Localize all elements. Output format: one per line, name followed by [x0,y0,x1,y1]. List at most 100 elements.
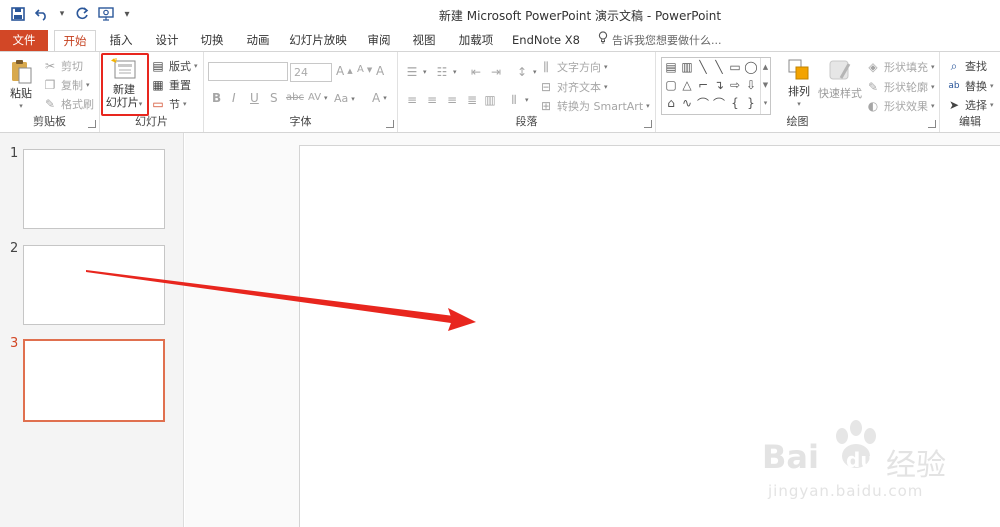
tab-home[interactable]: 开始 [54,30,96,52]
format-painter-button[interactable]: ✎ 格式刷 [42,96,94,112]
char-spacing-button[interactable]: AV ▾ [308,92,328,103]
underline-button[interactable]: U [250,91,259,105]
left-brace-shape-icon[interactable]: { [727,95,743,111]
text-direction-button[interactable]: ⫼ 文字方向 ▾ [538,59,607,75]
paste-dropdown-icon[interactable]: ▾ [6,100,36,113]
reset-button[interactable]: ▦ 重置 [150,77,191,93]
elbow-arrow-shape-icon[interactable]: ↴ [711,77,727,93]
tab-insert[interactable]: 插入 [102,30,140,51]
shape-fill-button[interactable]: ◈ 形状填充 ▾ [865,59,934,75]
replace-label: 替换 [965,80,987,93]
bold-button[interactable]: B [212,91,221,105]
find-label: 查找 [965,60,987,73]
clear-format-button[interactable]: A [376,64,384,78]
slide-thumbnail-1[interactable] [23,149,165,229]
drawing-launcher-icon[interactable] [928,120,936,128]
slide-thumbnail-2[interactable] [23,245,165,325]
layout-dropdown-icon[interactable]: ▾ [194,62,198,70]
tab-design[interactable]: 设计 [148,30,186,51]
align-left-button[interactable]: ≡ [404,92,420,108]
textbox-shape-icon[interactable]: ▤ [663,59,679,75]
align-right-button[interactable]: ≡ [444,92,460,108]
copy-dropdown-icon[interactable]: ▾ [86,81,90,89]
section-button[interactable]: ▭ 节 ▾ [150,96,187,112]
tab-transitions[interactable]: 切换 [193,30,231,51]
scissors-icon: ✂ [44,59,56,73]
italic-button[interactable]: I [232,91,236,105]
tell-me-box[interactable]: 告诉我您想要做什么... [598,30,722,51]
clipboard-launcher-icon[interactable] [88,120,96,128]
bullets-icon: ☰ [406,65,418,79]
copy-button[interactable]: ❐ 复制 ▾ [42,77,90,93]
strikethrough-icon: abc [286,92,304,103]
copy-label: 复制 [61,79,83,92]
shrink-font-button[interactable]: A ▼ [357,64,372,75]
columns-button[interactable]: ⫴ ▾ [506,92,528,108]
font-launcher-icon[interactable] [386,120,394,128]
cut-button[interactable]: ✂ 剪切 [42,58,83,74]
bullets-button[interactable]: ☰ ▾ [404,64,427,80]
arc-shape-icon[interactable]: ⌒ [695,95,711,111]
down-arrow-shape-icon[interactable]: ⇩ [743,77,759,93]
increase-indent-button[interactable]: ⇥ [488,64,504,80]
paragraph-launcher-icon[interactable] [644,120,652,128]
smartart-button[interactable]: ⊞ 转换为 SmartArt ▾ [538,98,650,114]
oval-shape-icon[interactable]: ◯ [743,59,759,75]
shape-outline-button[interactable]: ✎ 形状轮廓 ▾ [865,79,935,95]
select-button[interactable]: ➤ 选择 ▾ [946,97,994,113]
triangle-shape-icon[interactable]: △ [679,77,695,93]
right-arrow-shape-icon[interactable]: ⇨ [727,77,743,93]
find-button[interactable]: ⌕ 查找 [946,58,987,74]
arrange-button[interactable]: 排列 ▾ [784,58,814,111]
line-shape-icon[interactable]: ╲ [695,59,711,75]
numbering-icon: ☷ [436,65,448,79]
slide-thumbnails-pane[interactable]: 1 2 3 [0,133,184,527]
shapes-gallery-scroll[interactable]: ▲ ▼ ▾ [760,58,770,114]
quick-styles-button[interactable]: 快速样式 [818,58,862,100]
tab-view[interactable]: 视图 [405,30,443,51]
rounded-rect-shape-icon[interactable]: ▢ [663,77,679,93]
shadow-button[interactable]: S [270,91,278,105]
diagonal-line-shape-icon[interactable]: ╲ [711,59,727,75]
font-name-box[interactable] [208,62,288,81]
format-painter-label: 格式刷 [61,98,94,111]
font-color-button[interactable]: A ▾ [372,91,387,105]
layout-button[interactable]: ▤ 版式 ▾ [150,58,198,74]
decrease-indent-icon: ⇤ [470,65,482,79]
slide-thumbnail-3[interactable] [23,339,165,422]
distribute-button[interactable]: ▥ [482,92,498,108]
shapes-gallery[interactable]: ▤ ▥ ╲ ╲ ▭ ◯ ▢ △ ⌐ ↴ ⇨ ⇩ ⌂ ∿ ⌒ ⌒ { } ▲ ▼ ▾ [661,57,771,115]
shape-fill-icon: ◈ [868,60,878,74]
decrease-indent-button[interactable]: ⇤ [468,64,484,80]
change-case-button[interactable]: Aa ▾ [334,92,355,105]
arc2-shape-icon[interactable]: ⌒ [711,95,727,111]
right-brace-shape-icon[interactable]: } [743,95,759,111]
replace-button[interactable]: ab 替换 ▾ [946,78,993,94]
section-icon: ▭ [152,97,164,111]
section-dropdown-icon[interactable]: ▾ [183,100,187,108]
align-center-button[interactable]: ≡ [424,92,440,108]
tab-review[interactable]: 审阅 [360,30,398,51]
font-size-box[interactable]: 24 [290,63,332,82]
section-label: 节 [169,98,180,111]
align-text-button[interactable]: ⊟ 对齐文本 ▾ [538,79,608,95]
tab-slideshow[interactable]: 幻灯片放映 [285,30,351,51]
vertical-textbox-shape-icon[interactable]: ▥ [679,59,695,75]
strikethrough-button[interactable]: abc [286,92,304,103]
paste-button[interactable]: 粘贴 ▾ [6,58,36,113]
grow-font-button[interactable]: A ▲ [336,64,353,78]
tab-animations[interactable]: 动画 [239,30,277,51]
line-spacing-button[interactable]: ↕ ▾ [514,64,537,80]
rectangle-shape-icon[interactable]: ▭ [727,59,743,75]
freeform-shape-icon[interactable]: ⌂ [663,95,679,111]
elbow-connector-shape-icon[interactable]: ⌐ [695,77,711,93]
select-label: 选择 [965,99,987,112]
shape-effects-button[interactable]: ◐ 形状效果 ▾ [865,98,935,114]
curve-shape-icon[interactable]: ∿ [679,95,695,111]
tab-endnote[interactable]: EndNote X8 [509,30,583,51]
numbering-button[interactable]: ☷ ▾ [434,64,457,80]
tab-file[interactable]: 文件 [0,30,48,51]
justify-button[interactable]: ≣ [464,92,480,108]
slide-number-1: 1 [10,146,19,161]
tab-addins[interactable]: 加载项 [451,30,501,51]
